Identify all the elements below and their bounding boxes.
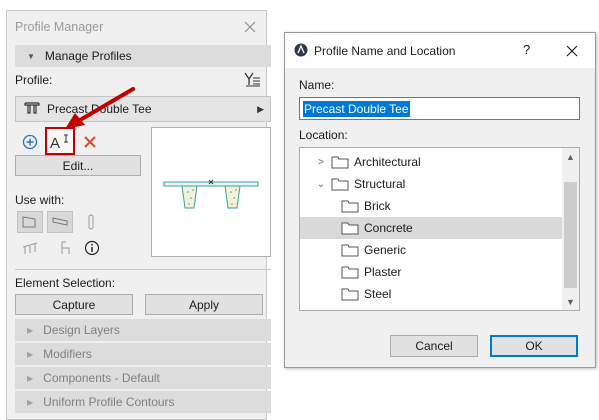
tree-item-label: Architectural bbox=[354, 155, 421, 169]
tree-item-label: Plaster bbox=[364, 265, 402, 279]
components-header[interactable]: ▶ Components - Default bbox=[15, 367, 271, 389]
manage-profiles-label: Manage Profiles bbox=[44, 49, 132, 63]
profile-filter-icon[interactable] bbox=[243, 71, 263, 89]
folder-icon bbox=[341, 266, 359, 279]
location-tree[interactable]: > Architectural ⌄ Structural Brick Concr… bbox=[299, 147, 580, 311]
profile-manager-panel: Profile Manager ▼ Manage Profiles Profil… bbox=[6, 10, 271, 420]
profile-label: Profile: bbox=[15, 73, 53, 87]
tee-profile-icon bbox=[24, 101, 40, 118]
close-icon[interactable] bbox=[242, 19, 258, 35]
scrollbar-thumb[interactable] bbox=[564, 182, 577, 288]
components-label: Components - Default bbox=[43, 371, 160, 385]
expand-triangle-icon: ▶ bbox=[27, 349, 34, 359]
dropdown-arrow-icon: ▶ bbox=[257, 104, 264, 114]
annotation-arrow-icon bbox=[65, 87, 135, 129]
folder-icon bbox=[331, 156, 349, 169]
edit-button[interactable]: Edit... bbox=[15, 155, 141, 176]
expand-triangle-icon: ▶ bbox=[27, 373, 34, 383]
column-use-icon[interactable] bbox=[83, 211, 99, 233]
design-layers-label: Design Layers bbox=[43, 323, 120, 337]
app-logo-icon bbox=[294, 43, 308, 57]
tree-item-structural[interactable]: ⌄ Structural bbox=[300, 173, 563, 195]
use-with-label: Use with: bbox=[15, 193, 65, 207]
collapse-triangle-icon: ▼ bbox=[27, 51, 35, 61]
tree-item-label: Brick bbox=[364, 199, 391, 213]
folder-icon bbox=[341, 244, 359, 257]
panel-title: Profile Manager bbox=[15, 20, 104, 34]
object-use-icon[interactable] bbox=[57, 239, 75, 257]
tree-item-brick[interactable]: Brick bbox=[300, 195, 563, 217]
scroll-down-icon[interactable]: ▼ bbox=[562, 293, 579, 310]
close-icon[interactable] bbox=[565, 44, 579, 58]
delete-profile-icon[interactable] bbox=[81, 133, 99, 151]
manage-profiles-header[interactable]: ▼ Manage Profiles bbox=[15, 45, 271, 67]
tree-item-label: Generic bbox=[364, 243, 407, 257]
tree-scrollbar[interactable]: ▲ ▼ bbox=[562, 148, 579, 310]
svg-text:A: A bbox=[50, 135, 60, 151]
capture-button[interactable]: Capture bbox=[15, 294, 133, 315]
double-tee-preview-image bbox=[163, 179, 259, 209]
profile-name-location-dialog: Profile Name and Location ? Name: Precas… bbox=[284, 32, 596, 368]
scroll-up-icon[interactable]: ▲ bbox=[562, 148, 579, 165]
tree-item-label: Steel bbox=[364, 287, 392, 301]
folder-icon bbox=[341, 222, 359, 235]
name-label: Name: bbox=[299, 78, 335, 92]
dialog-titlebar: Profile Name and Location ? bbox=[285, 33, 595, 68]
uniform-profile-contours-header[interactable]: ▶ Uniform Profile Contours bbox=[15, 391, 271, 413]
dialog-title: Profile Name and Location bbox=[314, 44, 456, 58]
tree-item-label: Concrete bbox=[364, 221, 413, 235]
tree-item-concrete[interactable]: Concrete bbox=[300, 217, 563, 239]
apply-button[interactable]: Apply bbox=[145, 294, 263, 315]
beam-use-icon[interactable] bbox=[47, 211, 73, 233]
folder-icon bbox=[341, 200, 359, 213]
wall-use-icon[interactable] bbox=[17, 211, 43, 233]
name-input-value: Precast Double Tee bbox=[303, 100, 410, 117]
profile-preview bbox=[151, 127, 271, 257]
uniform-profile-contours-label: Uniform Profile Contours bbox=[43, 395, 175, 409]
cancel-button[interactable]: Cancel bbox=[390, 335, 478, 357]
tree-item-generic[interactable]: Generic bbox=[300, 239, 563, 261]
add-profile-icon[interactable] bbox=[21, 133, 39, 151]
design-layers-header[interactable]: ▶ Design Layers bbox=[15, 319, 271, 341]
tree-item-label: Structural bbox=[354, 177, 406, 191]
expand-triangle-icon: ▶ bbox=[27, 325, 34, 335]
info-icon[interactable] bbox=[83, 239, 101, 257]
help-button[interactable]: ? bbox=[523, 42, 530, 57]
tree-item-plaster[interactable]: Plaster bbox=[300, 261, 563, 283]
tree-item-architectural[interactable]: > Architectural bbox=[300, 151, 563, 173]
element-selection-label: Element Selection: bbox=[15, 276, 116, 290]
chevron-down-icon[interactable]: ⌄ bbox=[316, 179, 326, 190]
folder-icon bbox=[331, 178, 349, 191]
tree-item-steel[interactable]: Steel bbox=[300, 283, 563, 305]
location-label: Location: bbox=[299, 128, 348, 142]
divider bbox=[15, 269, 271, 270]
folder-icon bbox=[341, 288, 359, 301]
railing-use-icon[interactable] bbox=[21, 239, 39, 257]
ok-button[interactable]: OK bbox=[490, 335, 578, 357]
expand-triangle-icon: ▶ bbox=[27, 397, 34, 407]
name-input[interactable]: Precast Double Tee bbox=[299, 97, 580, 120]
modifiers-label: Modifiers bbox=[43, 347, 92, 361]
chevron-right-icon[interactable]: > bbox=[316, 157, 326, 168]
modifiers-header[interactable]: ▶ Modifiers bbox=[15, 343, 271, 365]
